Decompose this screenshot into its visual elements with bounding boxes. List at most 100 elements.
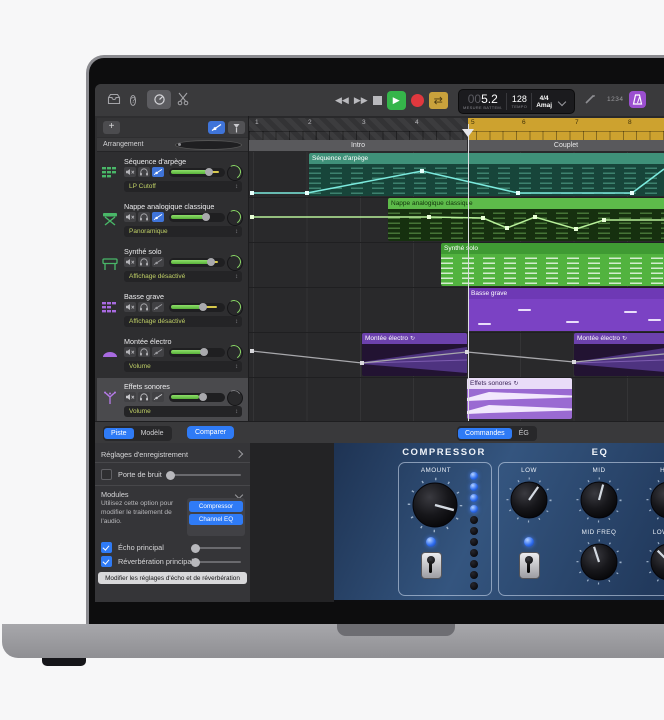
playhead-marker[interactable] bbox=[462, 129, 474, 137]
master-reverb-checkbox[interactable] bbox=[101, 556, 112, 567]
eq-low-cut-knob[interactable] bbox=[646, 539, 664, 585]
track-header-sequence-arpege[interactable]: Séquence d'arpège LP Cutoff↕ bbox=[97, 153, 248, 199]
volume-slider[interactable] bbox=[169, 393, 225, 402]
playhead[interactable] bbox=[468, 124, 470, 421]
tab-commandes[interactable]: Commandes bbox=[458, 428, 512, 439]
marker-couplet[interactable]: Couplet bbox=[468, 140, 664, 151]
track-header-basse-grave[interactable]: Basse grave Affichage désactivé↕ bbox=[97, 288, 248, 334]
tab-piste[interactable]: Piste bbox=[104, 428, 134, 439]
metronome-button[interactable] bbox=[629, 91, 646, 108]
quick-help-icon[interactable]: ? bbox=[130, 93, 136, 107]
pan-knob[interactable] bbox=[227, 300, 243, 316]
volume-slider[interactable] bbox=[169, 168, 225, 177]
forward-button[interactable]: ▶▶ bbox=[354, 95, 368, 106]
cycle-button[interactable]: ⇄ bbox=[429, 92, 448, 109]
track-automation-button[interactable] bbox=[152, 302, 164, 312]
track-header-nappe-analogique[interactable]: Nappe analogique classique Panoramique↕ bbox=[97, 198, 248, 244]
plugin-channel-eq-button[interactable]: Channel EQ bbox=[189, 514, 243, 525]
editors-scissors-icon[interactable] bbox=[177, 92, 189, 110]
master-echo-checkbox[interactable] bbox=[101, 542, 112, 553]
track-automation-button[interactable] bbox=[152, 257, 164, 267]
edit-echo-reverb-button[interactable]: Modifier les réglages d'écho et de réver… bbox=[98, 572, 247, 584]
track-header-montee-electro[interactable]: Montée électro Volume↕ bbox=[97, 333, 248, 379]
play-button[interactable]: ▶ bbox=[387, 91, 406, 110]
solo-headphones-button[interactable] bbox=[138, 302, 150, 312]
region-effets-sonores[interactable]: Effets sonores↻ bbox=[467, 378, 572, 419]
automation-parameter-dropdown[interactable]: Affichage désactivé↕ bbox=[124, 316, 242, 327]
timeline[interactable]: 1 2 3 4 5 6 7 8 Intro Couplet bbox=[249, 116, 664, 421]
eq-toggle[interactable] bbox=[519, 552, 540, 579]
tuner-icon[interactable] bbox=[584, 93, 596, 109]
eq-mid-knob[interactable] bbox=[576, 477, 622, 523]
automation-parameter-dropdown[interactable]: LP Cutoff↕ bbox=[124, 181, 242, 192]
automation-parameter-dropdown[interactable]: Volume↕ bbox=[124, 406, 242, 417]
mute-button[interactable] bbox=[124, 212, 136, 222]
mute-button[interactable] bbox=[124, 257, 136, 267]
volume-slider[interactable] bbox=[169, 303, 225, 312]
region-montee-electro-2[interactable]: Montée électro↻ bbox=[574, 333, 664, 376]
recording-settings-row[interactable]: Réglages d'enregistrement bbox=[95, 447, 250, 461]
marker-intro[interactable]: Intro bbox=[249, 140, 468, 151]
compressor-title: COMPRESSOR bbox=[396, 447, 492, 458]
track-automation-button[interactable] bbox=[152, 347, 164, 357]
noise-gate-checkbox[interactable] bbox=[101, 469, 112, 480]
arrangement-options-icon[interactable] bbox=[175, 140, 243, 150]
mute-button[interactable] bbox=[124, 347, 136, 357]
eq-low-knob[interactable] bbox=[506, 477, 552, 523]
plugin-compressor-button[interactable]: Compressor bbox=[189, 501, 243, 512]
smart-controls-button[interactable] bbox=[147, 90, 171, 109]
rewind-button[interactable]: ◀◀ bbox=[335, 95, 349, 106]
region-nappe-analogique[interactable]: Nappe analogique classique bbox=[388, 198, 664, 241]
comparer-button[interactable]: Comparer bbox=[187, 426, 234, 439]
volume-slider[interactable] bbox=[169, 213, 225, 222]
lcd-display[interactable]: 005.2 MESURE BATTEM. 128 TEMPO 4/4 Amaj bbox=[458, 89, 575, 114]
tab-modele[interactable]: Modèle bbox=[134, 428, 171, 439]
pan-knob[interactable] bbox=[227, 255, 243, 271]
pan-knob[interactable] bbox=[227, 210, 243, 226]
tab-eg[interactable]: ÉG bbox=[512, 428, 536, 439]
amount-knob[interactable] bbox=[407, 477, 463, 533]
region-basse-grave[interactable]: Basse grave bbox=[468, 288, 664, 331]
ruler[interactable]: 1 2 3 4 5 6 7 8 bbox=[249, 118, 664, 140]
track-automation-button[interactable] bbox=[152, 212, 164, 222]
master-reverb-slider[interactable] bbox=[192, 561, 241, 563]
solo-headphones-button[interactable] bbox=[138, 212, 150, 222]
compressor-toggle[interactable] bbox=[421, 552, 442, 579]
record-button[interactable] bbox=[411, 94, 424, 107]
automation-parameter-dropdown[interactable]: Affichage désactivé↕ bbox=[124, 271, 242, 282]
pan-knob[interactable] bbox=[227, 390, 243, 406]
mute-button[interactable] bbox=[124, 392, 136, 402]
track-header-synthe-solo[interactable]: Synthé solo Affichage désactivé↕ bbox=[97, 243, 248, 289]
region-synthe-solo[interactable]: Synthé solo bbox=[441, 243, 664, 286]
stop-button[interactable] bbox=[373, 96, 382, 105]
solo-headphones-button[interactable] bbox=[138, 347, 150, 357]
chevron-down-icon[interactable] bbox=[558, 97, 566, 105]
arrangement-row[interactable]: Arrangement bbox=[97, 138, 248, 152]
noise-gate-slider[interactable] bbox=[167, 474, 241, 476]
region-montee-electro-1[interactable]: Montée électro↻ bbox=[362, 333, 467, 376]
track-header-effets-sonores[interactable]: Effets sonores Volume↕ bbox=[97, 378, 248, 422]
automation-parameter-dropdown[interactable]: Panoramique↕ bbox=[124, 226, 242, 237]
eq-high-knob[interactable] bbox=[646, 477, 664, 523]
solo-headphones-button[interactable] bbox=[138, 167, 150, 177]
library-icon[interactable] bbox=[107, 93, 121, 109]
pan-knob[interactable] bbox=[227, 165, 243, 181]
volume-slider[interactable] bbox=[169, 348, 225, 357]
solo-headphones-button[interactable] bbox=[138, 257, 150, 267]
track-automation-button[interactable] bbox=[152, 167, 164, 177]
eq-mid-freq-knob[interactable] bbox=[576, 539, 622, 585]
volume-slider[interactable] bbox=[169, 258, 225, 267]
track-automation-button[interactable] bbox=[152, 392, 164, 402]
track-inspector: Réglages d'enregistrement Porte de bruit… bbox=[95, 443, 250, 602]
mute-button[interactable] bbox=[124, 302, 136, 312]
master-echo-slider[interactable] bbox=[192, 547, 241, 549]
region-sequence-arpege[interactable]: Séquence d'arpège bbox=[309, 153, 664, 196]
add-track-button[interactable]: + bbox=[103, 121, 120, 134]
count-in-button[interactable]: 1234 bbox=[607, 96, 623, 103]
mute-button[interactable] bbox=[124, 167, 136, 177]
pan-knob[interactable] bbox=[227, 345, 243, 361]
solo-headphones-button[interactable] bbox=[138, 392, 150, 402]
automation-parameter-dropdown[interactable]: Volume↕ bbox=[124, 361, 242, 372]
automation-button[interactable] bbox=[208, 121, 225, 134]
catch-playhead-button[interactable] bbox=[228, 121, 245, 134]
